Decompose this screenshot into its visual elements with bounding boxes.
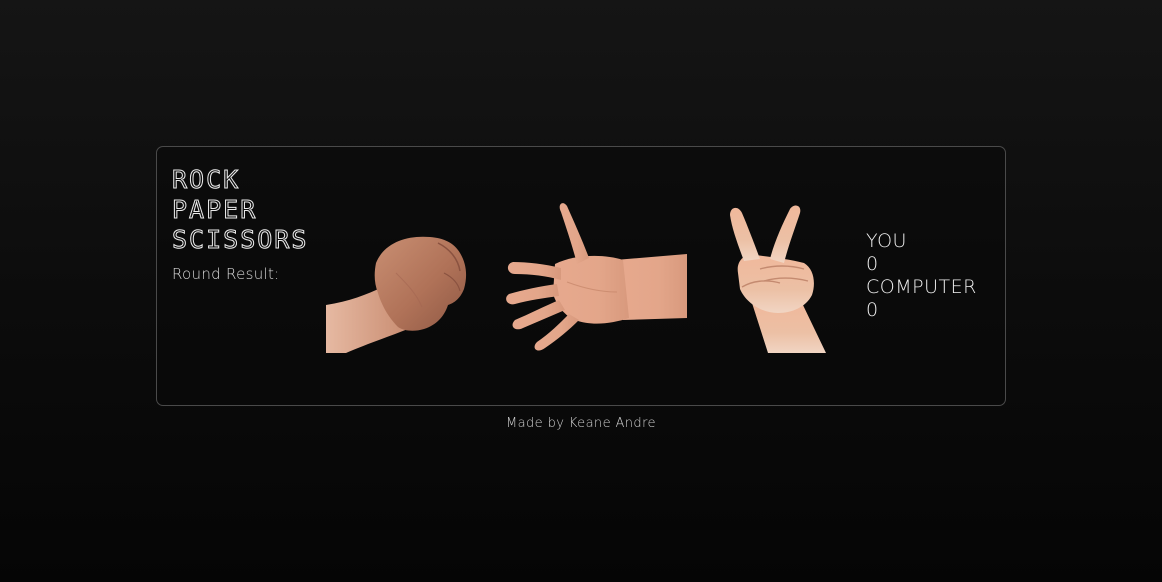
rock-choice-button[interactable] [326,233,468,353]
title-line-scissors: SCISSORS [172,225,309,255]
round-result-label: Round Result: [172,265,280,283]
game-title: ROCK PAPER SCISSORS [172,165,322,255]
footer-credit: Made by Keane Andre [506,416,656,431]
scissors-choice-button[interactable] [730,203,832,353]
paper-hand-icon [506,203,687,351]
paper-choice-button[interactable] [505,202,687,353]
title-line-paper: PAPER [172,195,258,225]
scoreboard: YOU 0 COMPUTER 0 [866,230,977,322]
you-score: 0 [866,253,879,275]
rock-hand-icon [326,236,467,353]
computer-score: 0 [866,299,879,321]
computer-label: COMPUTER [866,276,977,298]
scissors-hand-icon [730,205,826,353]
title-line-rock: ROCK [172,165,241,195]
game-card: ROCK PAPER SCISSORS Round Result: YOU 0 … [156,146,1006,406]
you-label: YOU [866,230,907,252]
